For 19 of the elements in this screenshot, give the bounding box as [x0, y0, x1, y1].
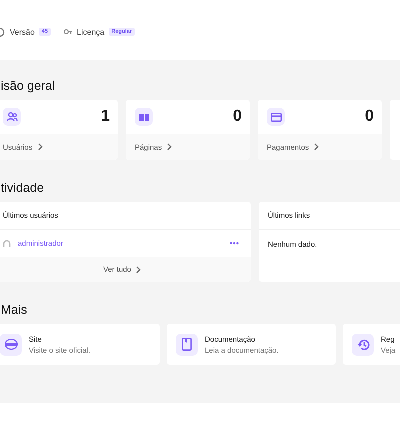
stat-value: 0	[365, 108, 374, 126]
credit-card-icon	[270, 112, 282, 122]
info-label: Versão	[10, 28, 35, 36]
users-icon	[6, 112, 18, 122]
key-icon	[64, 29, 74, 35]
section-title: Mais	[1, 302, 28, 318]
chevron-right-icon	[314, 143, 320, 151]
stat-value: 0	[233, 108, 242, 126]
more-icon[interactable]	[230, 242, 239, 245]
chevron-right-icon	[167, 143, 172, 151]
section-title: tividade	[1, 180, 46, 196]
section-title: isão geral	[1, 78, 56, 94]
history-icon	[356, 338, 370, 350]
stat-value: 1	[101, 108, 110, 126]
info-label: Licença	[77, 28, 105, 36]
chevron-right-icon	[38, 143, 43, 151]
document-icon	[182, 338, 192, 351]
avatar-icon	[3, 240, 11, 248]
chevron-right-icon	[136, 266, 142, 274]
